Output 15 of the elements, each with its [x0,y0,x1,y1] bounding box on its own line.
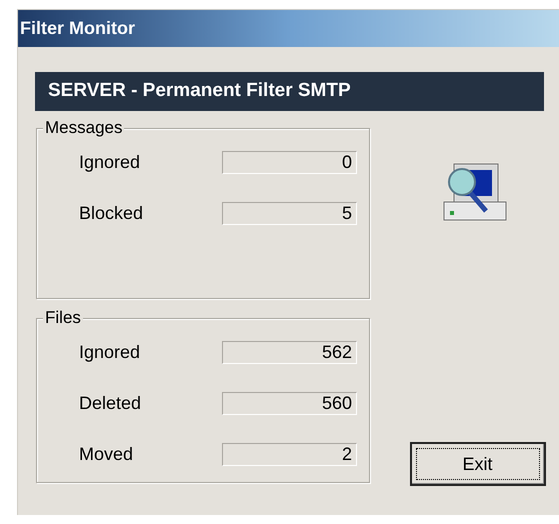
counter-label: Deleted [79,392,142,415]
server-header: SERVER - Permanent Filter SMTP [35,72,544,111]
counter-label: Ignored [79,341,142,364]
window-title-bar: Filter Monitor [18,10,559,47]
counter-field: 560 [222,392,357,415]
group-title: Messages [43,118,124,138]
counter-label: Blocked [79,202,144,225]
computer-search-icon [442,162,510,222]
counter-field: 0 [222,151,357,174]
exit-button[interactable]: Exit [410,442,546,486]
counter-label: Ignored [79,151,142,174]
counter-label: Moved [79,443,134,466]
counter-field: 2 [222,443,357,466]
counter-field: 562 [222,341,357,364]
counter-field: 5 [222,202,357,225]
